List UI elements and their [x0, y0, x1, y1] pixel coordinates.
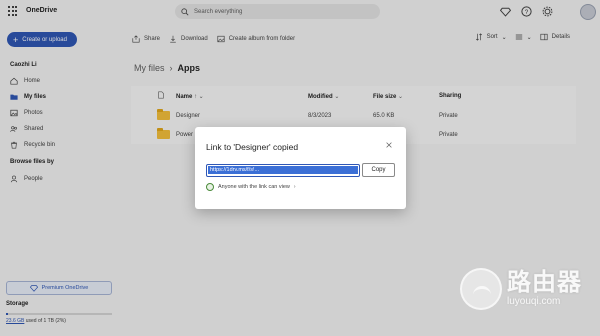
globe-icon	[206, 183, 214, 191]
watermark: 路由器 luyouqi.com	[460, 268, 582, 310]
chevron-right-icon: ›	[293, 184, 296, 190]
watermark-en: luyouqi.com	[507, 296, 561, 307]
permission-label: Anyone with the link can view	[218, 184, 290, 190]
router-logo-icon	[460, 268, 502, 310]
watermark-cn: 路由器	[507, 269, 582, 296]
link-permission[interactable]: Anyone with the link can view ›	[206, 183, 296, 191]
link-field[interactable]: https://1drv.ms/f/s!...	[206, 164, 360, 177]
watermark-text: 路由器 luyouqi.com	[507, 270, 582, 308]
copy-button[interactable]: Copy	[362, 163, 395, 177]
link-field-value: https://1drv.ms/f/s!...	[208, 166, 358, 174]
dialog-title: Link to 'Designer' copied	[206, 142, 299, 152]
close-icon[interactable]	[385, 141, 393, 149]
link-copied-dialog: Link to 'Designer' copied https://1drv.m…	[195, 127, 406, 209]
